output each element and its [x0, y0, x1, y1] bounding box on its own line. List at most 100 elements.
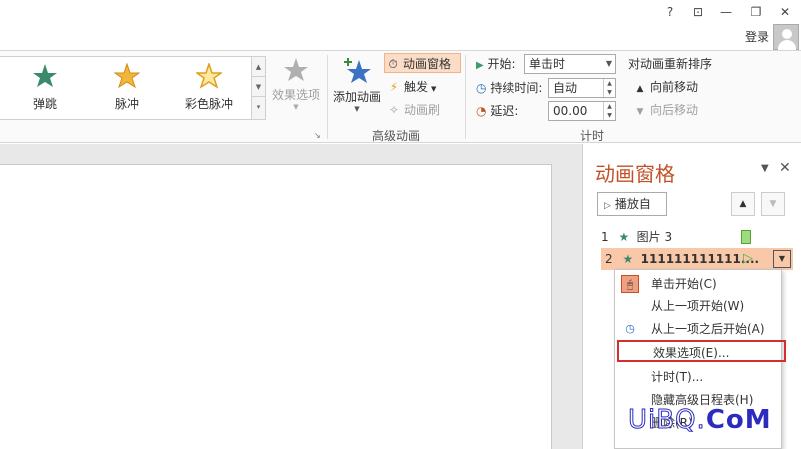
- color-pulse-star-icon: [196, 63, 222, 89]
- item-dropdown-button[interactable]: ▼: [773, 250, 791, 268]
- play-from-button[interactable]: ▷ 播放自: [597, 192, 667, 216]
- move-down-button[interactable]: ▼: [761, 192, 785, 216]
- start-value: 单击时: [529, 57, 566, 71]
- duration-value: 自动: [553, 81, 578, 95]
- play-triangle-icon: ▷: [743, 251, 753, 266]
- move-earlier-label: 向前移动: [650, 80, 699, 94]
- title-bar: ? ⊡ — ❐ ✕: [0, 0, 801, 24]
- advanced-animation-group-label: 高级动画: [372, 129, 421, 143]
- clock-icon: ◷: [476, 81, 487, 95]
- chevron-down-icon: ▼: [293, 103, 299, 111]
- avatar[interactable]: [773, 24, 799, 50]
- bounce-star-icon: [33, 64, 57, 87]
- mouse-click-icon: 🖰: [621, 275, 639, 293]
- ribbon: 弹跳 脉冲 彩色脉冲 ▲ ▼ ▾ 效果选项 ▼ ↘ 添加动画 ▼ ⏱ 动画窗格 …: [0, 50, 801, 143]
- gallery-scrollbar[interactable]: ▲ ▼ ▾: [251, 57, 265, 119]
- play-triangle-icon: ▶: [476, 60, 484, 71]
- entrance-star-icon: ★: [618, 230, 630, 244]
- animation-pane-icon: ⏱: [388, 57, 398, 71]
- trigger-button[interactable]: ⚡ 触发 ▼: [386, 77, 437, 97]
- slide-canvas[interactable]: [0, 164, 552, 449]
- watermark: UiBQ.CoM: [628, 405, 772, 436]
- timeline-bar: [741, 230, 751, 244]
- group-launcher-icon[interactable]: ↘: [314, 131, 323, 140]
- item-label: 111111111111....: [640, 252, 760, 266]
- restore-button[interactable]: ❐: [746, 3, 766, 21]
- watermark-right: CoM: [705, 405, 772, 435]
- item-number: 2: [605, 252, 613, 266]
- pulse-star-icon: [114, 63, 140, 89]
- gallery-scroll-up-icon[interactable]: ▲: [252, 57, 265, 77]
- menu-item-timing[interactable]: 计时(T)...: [615, 366, 781, 388]
- watermark-left: UiBQ.: [628, 405, 706, 436]
- menu-item-after-previous[interactable]: ◷ 从上一项之后开始(A): [615, 318, 781, 340]
- animation-list-item[interactable]: 1 ★ 图片 3: [601, 226, 793, 248]
- menu-item-start-on-click[interactable]: 🖰 单击开始(C): [615, 273, 781, 295]
- spinner-arrows-icon[interactable]: ▲ ▼: [603, 102, 615, 120]
- gallery-item-bounce[interactable]: 弹跳: [10, 57, 80, 119]
- menu-item-effect-options[interactable]: 效果选项(E)...: [617, 340, 786, 362]
- animation-gallery: 弹跳 脉冲 彩色脉冲 ▲ ▼ ▾: [0, 56, 266, 120]
- move-later-button[interactable]: ▼ 向后移动: [632, 100, 698, 120]
- start-dropdown[interactable]: 单击时 ▼: [524, 54, 616, 74]
- gallery-item-pulse[interactable]: 脉冲: [92, 57, 162, 119]
- delay-icon: ◔: [476, 104, 487, 118]
- add-animation-star-icon: [344, 58, 371, 83]
- gallery-item-label: 彩色脉冲: [184, 97, 233, 111]
- effect-options-star-icon: [284, 58, 308, 81]
- move-up-button[interactable]: ▲: [731, 192, 755, 216]
- menu-item-label: 从上一项之后开始(A): [651, 322, 765, 336]
- spinner-arrows-icon[interactable]: ▲ ▼: [603, 79, 615, 97]
- duration-spinner[interactable]: 自动 ▲ ▼: [548, 78, 616, 98]
- move-later-label: 向后移动: [650, 103, 699, 117]
- login-link[interactable]: 登录: [745, 28, 769, 45]
- ribbon-separator: [465, 55, 466, 139]
- add-animation-button[interactable]: 添加动画 ▼: [331, 57, 383, 113]
- duration-label-row: ◷ 持续时间:: [476, 78, 542, 98]
- triangle-down-icon: ▼: [636, 107, 644, 117]
- delay-label-row: ◔ 延迟:: [476, 101, 518, 121]
- animation-pane-label: 动画窗格: [403, 57, 452, 71]
- menu-item-label: 效果选项(E)...: [653, 346, 730, 360]
- lightning-icon: ⚡: [389, 80, 399, 94]
- trigger-label: 触发: [404, 80, 429, 94]
- duration-label: 持续时间:: [490, 81, 543, 95]
- gallery-more-icon[interactable]: ▾: [252, 97, 265, 117]
- menu-item-label: 单击开始(C): [651, 277, 717, 291]
- effect-options-button[interactable]: 效果选项 ▼: [270, 57, 322, 111]
- pane-options-icon[interactable]: ▼: [761, 163, 769, 174]
- animation-painter-button[interactable]: ✧ 动画刷: [386, 100, 440, 120]
- add-animation-label: 添加动画: [332, 90, 381, 104]
- gallery-item-label: 脉冲: [114, 97, 139, 111]
- chevron-down-icon: ▼: [354, 105, 360, 113]
- clock-icon: ◷: [625, 322, 635, 335]
- chevron-down-icon: ▼: [605, 59, 612, 68]
- play-from-label: 播放自: [614, 197, 651, 211]
- delay-label: 延迟:: [490, 104, 519, 118]
- slide-workspace: [0, 144, 582, 449]
- move-earlier-button[interactable]: ▲ 向前移动: [632, 77, 698, 97]
- menu-item-label: 从上一项开始(W): [651, 299, 745, 313]
- ribbon-separator: [327, 55, 328, 139]
- menu-item-with-previous[interactable]: 从上一项开始(W): [615, 295, 781, 317]
- entrance-star-icon: ★: [622, 252, 634, 266]
- gallery-item-label: 弹跳: [32, 97, 57, 111]
- close-button[interactable]: ✕: [775, 3, 795, 21]
- help-button[interactable]: ?: [660, 3, 680, 21]
- item-label: 图片 3: [636, 230, 673, 244]
- animation-list-item-selected[interactable]: 2 ★ 111111111111.... ▷ ▼: [601, 248, 793, 270]
- ribbon-display-options-button[interactable]: ⊡: [688, 3, 708, 21]
- menu-item-label: 计时(T)...: [651, 370, 704, 384]
- triangle-up-icon: ▲: [636, 84, 644, 94]
- pane-close-icon[interactable]: ✕: [779, 160, 791, 176]
- minimize-button[interactable]: —: [716, 3, 736, 21]
- animation-painter-icon: ✧: [388, 103, 400, 117]
- gallery-scroll-down-icon[interactable]: ▼: [252, 77, 265, 97]
- animation-pane-button[interactable]: ⏱ 动画窗格: [384, 53, 461, 73]
- item-number: 1: [601, 230, 609, 244]
- gallery-item-color-pulse[interactable]: 彩色脉冲: [174, 57, 244, 119]
- delay-spinner[interactable]: 00.00 ▲ ▼: [548, 101, 616, 121]
- pane-title: 动画窗格: [595, 162, 675, 186]
- reorder-title: 对动画重新排序: [628, 57, 713, 71]
- start-label: 开始:: [487, 57, 516, 71]
